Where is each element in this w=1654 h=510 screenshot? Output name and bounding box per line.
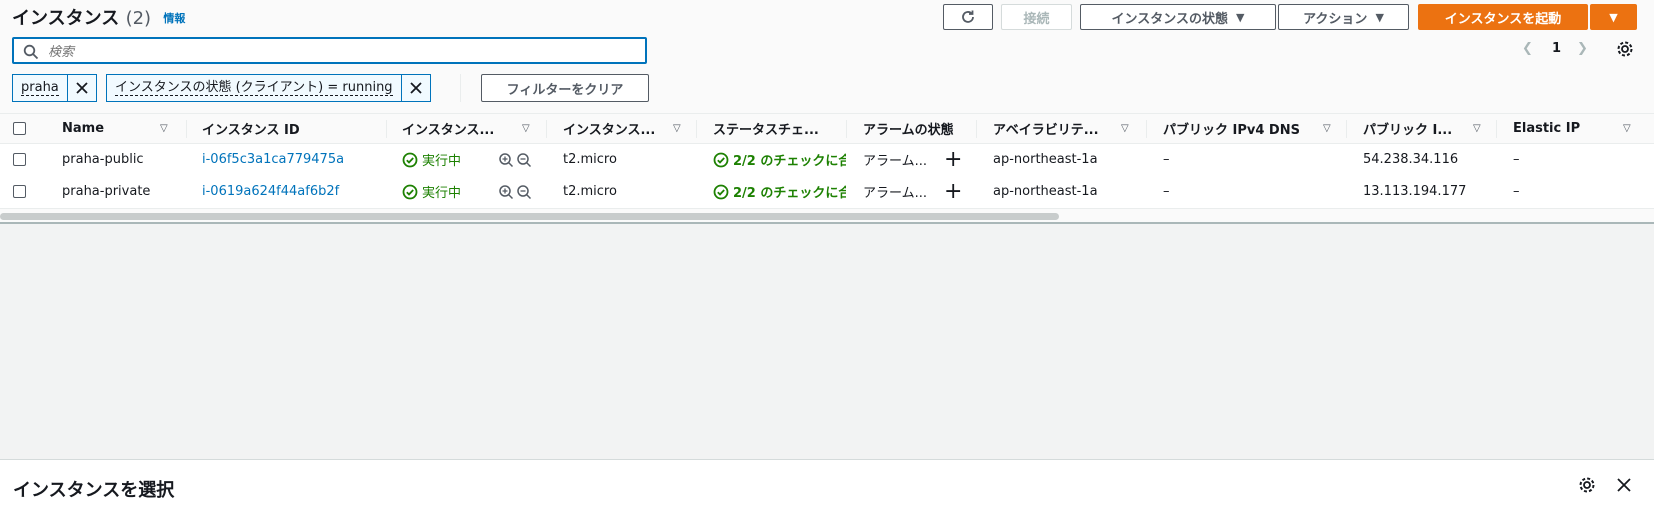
- row-checkbox[interactable]: [13, 185, 26, 198]
- instance-state-button[interactable]: インスタンスの状態 ▼: [1080, 4, 1276, 30]
- success-icon: [402, 152, 418, 167]
- prev-page-icon[interactable]: ❮: [1522, 41, 1533, 56]
- filter-chip-name[interactable]: praha: [12, 74, 97, 102]
- column-header-elastic-ip[interactable]: Elastic IP ▽: [1513, 114, 1643, 143]
- divider: [460, 74, 461, 102]
- success-icon: [402, 184, 418, 199]
- table-header: Name ▽ インスタンス ID インスタンス... ▽ インスタンス... ▽ ステ…: [0, 113, 1654, 144]
- add-alarm-icon[interactable]: +: [944, 144, 964, 175]
- instances-panel: インスタンス (2) 情報 接続 インスタンスの状態 ▼ アクション ▼ インス…: [0, 0, 1654, 224]
- search-box[interactable]: [12, 37, 647, 64]
- sort-icon: ▽: [673, 123, 681, 134]
- column-header-instance-id[interactable]: インスタンス ID: [202, 114, 382, 143]
- cell-elastic-ip: –: [1513, 184, 1520, 199]
- refresh-button[interactable]: [943, 4, 993, 30]
- cell-instance-state: 実行中: [402, 144, 502, 175]
- select-all-checkbox[interactable]: [13, 122, 26, 135]
- filter-chip-state[interactable]: インスタンスの状態 (クライアント) = running: [106, 74, 431, 102]
- cell-availability-zone: ap-northeast-1a: [993, 152, 1098, 167]
- title-text: インスタンス: [12, 8, 120, 29]
- instance-state-label: インスタンスの状態: [1111, 11, 1228, 27]
- sort-icon: ▽: [1623, 123, 1631, 134]
- clear-filters-button[interactable]: フィルターをクリア: [481, 74, 649, 102]
- sort-icon: ▽: [522, 123, 530, 134]
- remove-filter-icon[interactable]: [402, 75, 430, 101]
- add-alarm-icon[interactable]: +: [944, 176, 964, 207]
- table-row[interactable]: praha-private i-0619a624f44af6b2f 実行中 t2…: [0, 176, 1654, 209]
- launch-dropdown-button[interactable]: ▼: [1590, 4, 1637, 30]
- instance-id-link[interactable]: i-0619a624f44af6b2f: [202, 176, 382, 207]
- cell-instance-state: 実行中: [402, 176, 502, 207]
- remove-filter-icon[interactable]: [68, 75, 96, 101]
- zoom-out-icon[interactable]: [516, 152, 532, 168]
- cell-public-ip: 54.238.34.116: [1363, 152, 1459, 167]
- zoom-out-icon[interactable]: [516, 184, 532, 200]
- launch-instance-button[interactable]: インスタンスを起動: [1418, 4, 1588, 30]
- page-title: インスタンス (2) 情報: [12, 4, 185, 30]
- zoom-controls[interactable]: [498, 144, 538, 175]
- table-row[interactable]: praha-public i-06f5c3a1ca779475a 実行中 t2.…: [0, 144, 1654, 177]
- sort-icon: ▽: [1323, 123, 1331, 134]
- instance-count: (2): [125, 8, 152, 29]
- caret-down-icon: ▼: [1609, 10, 1618, 24]
- cell-public-dns: –: [1163, 184, 1170, 199]
- page-number[interactable]: 1: [1552, 41, 1561, 56]
- filter-chip-label: インスタンスの状態 (クライアント) = running: [115, 80, 393, 96]
- sort-icon: ▽: [1121, 123, 1129, 134]
- filter-chip-label: praha: [21, 80, 59, 96]
- search-input[interactable]: [46, 41, 640, 63]
- column-header-instance-state[interactable]: インスタンス... ▽: [402, 114, 542, 143]
- settings-gear-icon[interactable]: [1616, 40, 1634, 62]
- column-header-status-check[interactable]: ステータスチェ...: [713, 114, 843, 143]
- cell-public-dns: –: [1163, 152, 1170, 167]
- split-panel-settings-icon[interactable]: [1578, 476, 1596, 498]
- next-page-icon[interactable]: ❯: [1577, 41, 1588, 56]
- cell-status-check: 2/2 のチェックに合格しました: [713, 144, 846, 175]
- connect-label: 接続: [1023, 11, 1050, 27]
- cell-elastic-ip: –: [1513, 152, 1520, 167]
- cell-availability-zone: ap-northeast-1a: [993, 184, 1098, 199]
- clear-filters-label: フィルターをクリア: [506, 82, 624, 98]
- row-checkbox[interactable]: [13, 153, 26, 166]
- split-divider: [0, 222, 1654, 224]
- close-icon[interactable]: [1616, 477, 1632, 497]
- actions-button[interactable]: アクション ▼: [1278, 4, 1409, 30]
- scrollbar-thumb[interactable]: [0, 213, 1059, 220]
- cell-name: praha-public: [62, 152, 144, 167]
- connect-button[interactable]: 接続: [1001, 4, 1072, 30]
- split-panel-title: インスタンスを選択: [13, 480, 175, 501]
- column-header-public-dns[interactable]: パブリック IPv4 DNS ▽: [1163, 114, 1343, 143]
- cell-alarm-state: アラーム...: [863, 186, 928, 201]
- cell-public-ip: 13.113.194.177: [1363, 184, 1467, 199]
- search-icon: [23, 44, 39, 60]
- refresh-icon: [962, 10, 974, 23]
- zoom-controls[interactable]: [498, 176, 538, 207]
- column-header-availability-zone[interactable]: アベイラビリテ... ▽: [993, 114, 1133, 143]
- caret-down-icon: ▼: [1236, 10, 1245, 24]
- instance-id-link[interactable]: i-06f5c3a1ca779475a: [202, 144, 382, 175]
- success-icon: [713, 184, 729, 199]
- cell-instance-type: t2.micro: [563, 152, 617, 167]
- column-header-name[interactable]: Name ▽: [62, 114, 182, 143]
- cell-instance-type: t2.micro: [563, 184, 617, 199]
- sort-icon: ▽: [1473, 123, 1481, 134]
- actions-label: アクション: [1303, 11, 1368, 27]
- sort-icon: ▽: [160, 123, 168, 134]
- caret-down-icon: ▼: [1375, 10, 1384, 24]
- cell-name: praha-private: [62, 184, 151, 199]
- launch-label: インスタンスを起動: [1444, 11, 1562, 27]
- info-link[interactable]: 情報: [163, 12, 185, 25]
- cell-status-check: 2/2 のチェックに合格しました: [713, 176, 846, 207]
- split-panel: インスタンスを選択: [0, 459, 1654, 510]
- success-icon: [713, 152, 729, 167]
- column-header-public-ip[interactable]: パブリック I... ▽: [1363, 114, 1493, 143]
- cell-alarm-state: アラーム...: [863, 154, 928, 169]
- zoom-in-icon[interactable]: [498, 152, 514, 168]
- column-header-alarm-state[interactable]: アラームの状態: [863, 114, 978, 143]
- column-header-instance-type[interactable]: インスタンス... ▽: [563, 114, 703, 143]
- zoom-in-icon[interactable]: [498, 184, 514, 200]
